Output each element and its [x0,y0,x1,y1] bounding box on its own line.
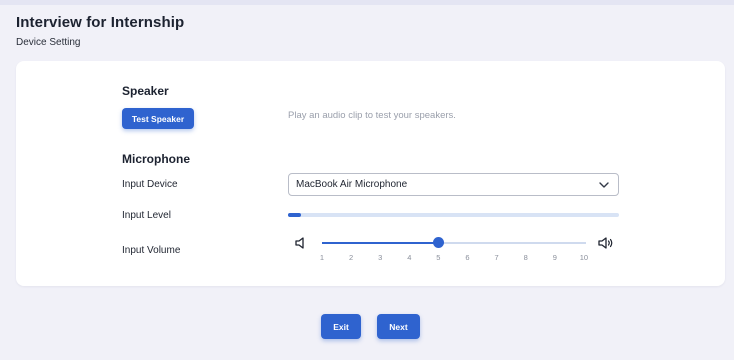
input-level-meter [288,213,619,217]
input-volume-track[interactable] [322,242,586,244]
microphone-section-title: Microphone [122,152,190,166]
volume-tick-label: 6 [465,253,470,262]
chevron-down-icon [599,182,609,188]
volume-tick-label: 4 [407,253,412,262]
volume-tick-label: 10 [579,253,589,262]
page-subtitle: Device Setting [16,37,81,48]
next-button[interactable]: Next [377,314,420,339]
exit-button[interactable]: Exit [321,314,361,339]
device-settings-card: Speaker Test Speaker Play an audio clip … [16,61,725,286]
speaker-helper-text: Play an audio clip to test your speakers… [288,110,456,121]
input-level-label: Input Level [122,210,171,221]
input-device-label: Input Device [122,179,178,190]
input-device-value: MacBook Air Microphone [296,179,408,190]
input-volume-ticks: 1 2 3 4 5 6 7 8 9 10 [319,253,589,265]
input-device-select[interactable]: MacBook Air Microphone [288,173,619,196]
input-level-fill [288,213,302,217]
speaker-section-title: Speaker [122,84,169,98]
page-title: Interview for Internship [16,14,185,31]
volume-tick-label: 7 [494,253,499,262]
test-speaker-button[interactable]: Test Speaker [122,108,194,129]
volume-tick-label: 3 [378,253,383,262]
volume-tick-label: 1 [319,253,325,262]
input-volume-label: Input Volume [122,245,181,256]
volume-tick-label: 5 [436,253,441,262]
speaker-loud-icon[interactable] [597,236,614,250]
input-volume-thumb[interactable] [432,237,444,248]
volume-tick-label: 9 [552,253,557,262]
speaker-mute-icon[interactable] [294,236,308,250]
top-strip [0,0,734,5]
volume-tick-label: 8 [523,253,528,262]
input-volume-fill [322,242,439,244]
volume-tick-label: 2 [349,253,354,262]
